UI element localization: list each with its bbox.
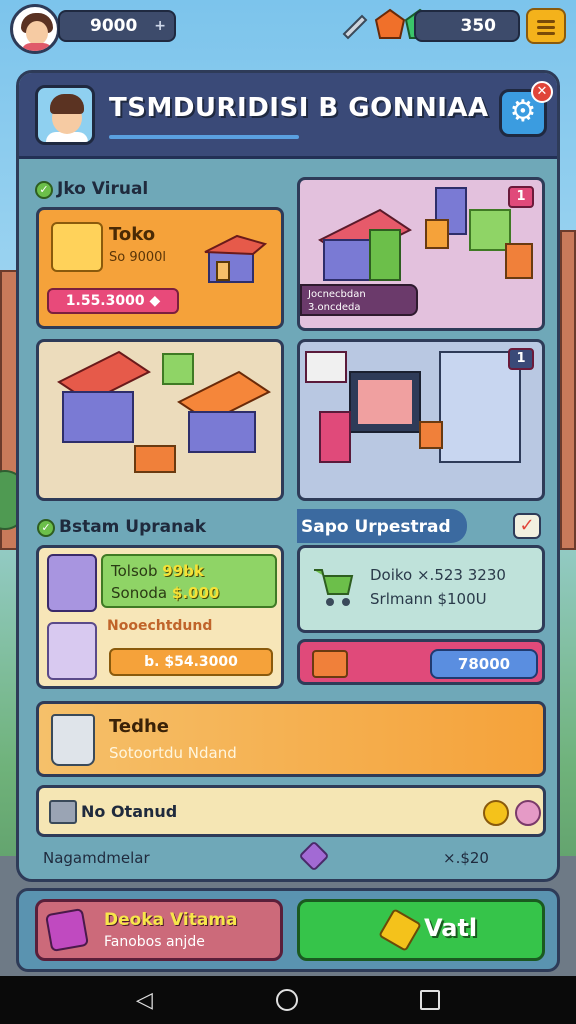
home-icon[interactable] bbox=[276, 989, 298, 1011]
vati-label: Vatl bbox=[424, 914, 478, 942]
toko-virtual-label: ✓ Jko Virual bbox=[35, 179, 148, 199]
toko-name: Toko bbox=[109, 224, 156, 245]
title-bar: TSMDURIDISI B GONNIAA ⚙ ✕ bbox=[19, 73, 557, 159]
toko-sub: So 9000l bbox=[109, 250, 167, 265]
bstam-card[interactable]: Tolsob 99bk Sonoda $.000 Nooechtdund b. … bbox=[36, 545, 284, 689]
bstam-line1-value: 99bk bbox=[162, 562, 204, 580]
deck-button[interactable]: Deoka Vitama Fanobos anjde bbox=[35, 899, 283, 961]
bstam-line2: Sonoda bbox=[111, 584, 168, 602]
sapo-check-icon[interactable]: ✓ bbox=[513, 513, 541, 539]
bstam-orange-label: Nooechtdund bbox=[107, 618, 213, 634]
footer-label: Nagamdmelar bbox=[43, 849, 150, 867]
bstam-label: ✓ Bstam Upranak bbox=[37, 517, 206, 537]
coin-icon bbox=[483, 800, 509, 826]
page-title: TSMDURIDISI B GONNIAA bbox=[109, 93, 489, 123]
teh-sub: Sotoortdu Ndand bbox=[109, 744, 237, 762]
market-street-illustration bbox=[57, 350, 271, 473]
cash-icon bbox=[49, 800, 77, 824]
footer-value: ×.$20 bbox=[443, 849, 489, 867]
scene-badge: 1 bbox=[508, 348, 534, 370]
bstam-stats: Tolsob 99bk Sonoda $.000 bbox=[101, 554, 277, 608]
system-nav-bar: ◁ bbox=[0, 976, 576, 1024]
bottom-action-panel: Deoka Vitama Fanobos anjde Vatl bbox=[16, 888, 560, 972]
diamond-icon bbox=[298, 840, 330, 872]
add-coins-icon[interactable]: + bbox=[154, 12, 166, 40]
close-icon[interactable]: ✕ bbox=[531, 81, 553, 103]
deck-title: Deoka Vitama bbox=[104, 910, 238, 930]
bstam-line2-value: $.000 bbox=[171, 584, 220, 602]
back-icon[interactable]: ◁ bbox=[136, 988, 153, 1013]
sapo-action-bar: 78000 bbox=[297, 639, 545, 685]
sapo-price-button[interactable]: 78000 bbox=[430, 649, 538, 679]
vati-button[interactable]: Vatl bbox=[297, 899, 545, 961]
sapo-line1: Doiko ×.523 3230 bbox=[370, 566, 506, 584]
teh-card[interactable]: Tedhe Sotoortdu Ndand bbox=[36, 701, 546, 777]
title-underline bbox=[109, 135, 299, 139]
ticket-icon bbox=[44, 907, 90, 953]
piggy-bank-icon bbox=[515, 800, 541, 826]
coin-counter[interactable]: 9000 + bbox=[58, 10, 176, 42]
recent-apps-icon[interactable] bbox=[420, 990, 440, 1010]
top-bar: 9000 + 350 bbox=[0, 0, 576, 56]
scene-badge: 1 bbox=[508, 186, 534, 208]
money-text: No Otanud bbox=[81, 802, 178, 821]
wrench-icon[interactable] bbox=[338, 8, 370, 42]
player-avatar[interactable] bbox=[10, 4, 60, 54]
store-icon bbox=[204, 234, 267, 283]
mug-icon bbox=[51, 714, 95, 766]
background-building-right bbox=[560, 230, 576, 550]
money-card[interactable]: No Otanud bbox=[36, 785, 546, 837]
sapo-card[interactable]: Doiko ×.523 3230 Srlmann $100U bbox=[297, 545, 545, 633]
gear-icon: ⚙ bbox=[509, 94, 537, 129]
check-icon: ✓ bbox=[35, 181, 53, 199]
deck-sub: Fanobos anjde bbox=[104, 934, 205, 950]
scene-store-interior[interactable]: 1 Jocnecbdan 3.oncdeda bbox=[297, 177, 545, 331]
menu-button[interactable] bbox=[526, 8, 566, 44]
scene-market-street[interactable] bbox=[36, 339, 284, 501]
register-icon bbox=[51, 222, 103, 272]
sapo-label: Sapo Urpestrad bbox=[301, 517, 451, 537]
cart-icon bbox=[47, 622, 97, 680]
bstam-price-button[interactable]: b. $54.3000 bbox=[109, 648, 273, 676]
gem-amount: 350 bbox=[460, 16, 497, 36]
sapo-line2: Srlmann $100U bbox=[370, 590, 487, 608]
toko-price-button[interactable]: 1.55.3000 ◆ bbox=[47, 288, 179, 314]
gem-counter[interactable]: 350 bbox=[414, 10, 520, 42]
teh-name: Tedhe bbox=[109, 716, 170, 737]
hammer-icon bbox=[378, 908, 422, 952]
calculator-icon bbox=[47, 554, 97, 612]
crate-icon bbox=[312, 650, 348, 678]
check-icon: ✓ bbox=[37, 519, 55, 537]
orange-gem-icon bbox=[374, 8, 406, 39]
toko-card[interactable]: Toko So 9000l 1.55.3000 ◆ bbox=[36, 207, 284, 329]
bstam-line1: Tolsob bbox=[111, 562, 158, 580]
manager-avatar bbox=[35, 85, 95, 145]
shopping-cart-icon bbox=[314, 569, 354, 606]
scene-tech-store[interactable]: 1 bbox=[297, 339, 545, 501]
scene-caption: Jocnecbdan 3.oncdeda bbox=[300, 284, 418, 316]
coin-amount: 9000 bbox=[90, 16, 138, 36]
main-panel: TSMDURIDISI B GONNIAA ⚙ ✕ ✓ Jko Virual To… bbox=[16, 70, 560, 882]
